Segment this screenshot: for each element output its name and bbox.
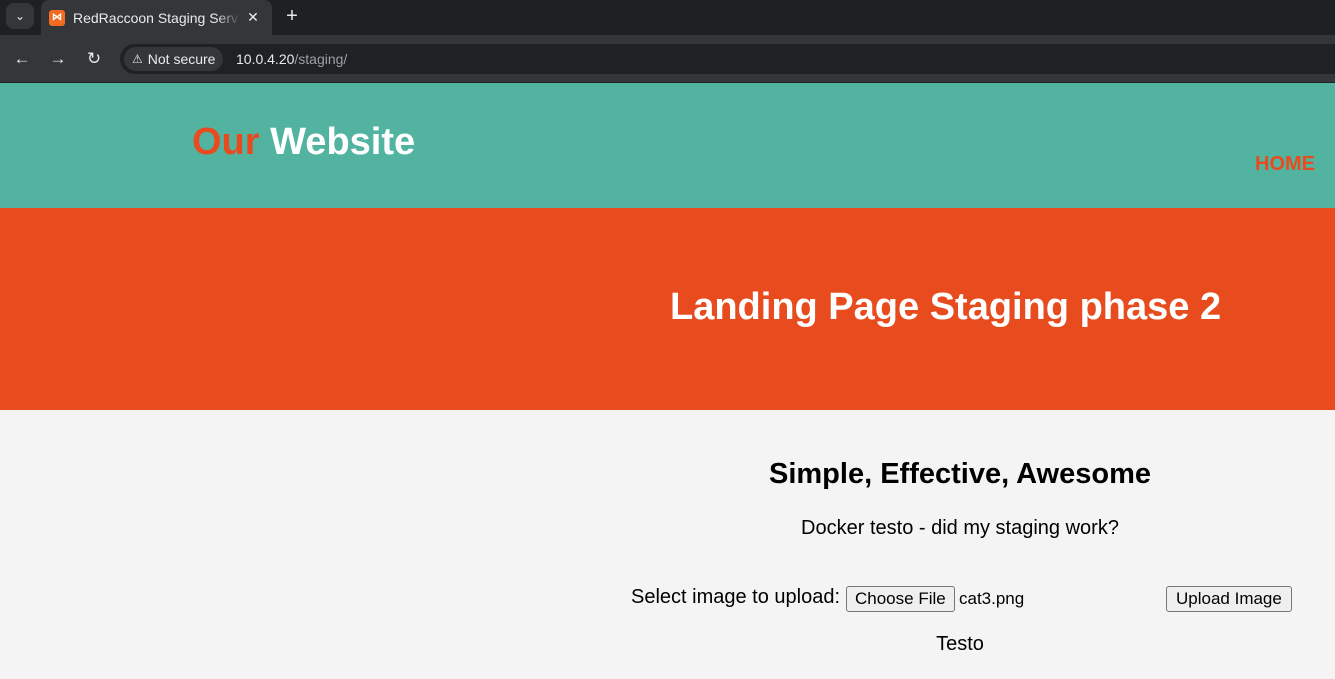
tab-close-icon[interactable]: ✕: [245, 9, 261, 26]
logo-part-website: Website: [270, 121, 416, 163]
forward-arrow-icon[interactable]: →: [46, 47, 70, 71]
back-arrow-icon[interactable]: ←: [10, 47, 34, 71]
web-page: Our Website HOME Landing Page Staging ph…: [0, 83, 1335, 679]
address-bar[interactable]: ⚠ Not secure 10.0.4.20/staging/: [120, 44, 1335, 74]
reload-icon[interactable]: ↻: [82, 47, 106, 71]
upload-image-button[interactable]: Upload Image: [1166, 586, 1292, 612]
hero-title: Landing Page Staging phase 2: [670, 286, 1222, 328]
browser-tab-active[interactable]: ⋈ RedRaccoon Staging Serv ✕: [41, 0, 272, 35]
upload-label: Select image to upload:: [631, 586, 841, 608]
url-path: /staging/: [294, 51, 348, 67]
browser-tab-strip: ⌄ ⋈ RedRaccoon Staging Serv ✕ +: [0, 0, 1335, 35]
main-content: Simple, Effective, Awesome Docker testo …: [0, 410, 1335, 679]
logo-part-our: Our: [192, 121, 260, 163]
tab-list-chevron-icon[interactable]: ⌄: [6, 3, 34, 29]
section-subtitle: Simple, Effective, Awesome: [769, 458, 1151, 490]
selected-file-name: cat3.png: [959, 589, 1025, 608]
footer-text: Testo: [936, 633, 984, 655]
url-text[interactable]: 10.0.4.20/staging/: [236, 51, 347, 67]
choose-file-button[interactable]: Choose File: [846, 586, 955, 612]
browser-toolbar: ← → ↻ ⚠ Not secure 10.0.4.20/staging/: [0, 35, 1335, 83]
site-header: Our Website HOME: [0, 83, 1335, 208]
warning-triangle-icon: ⚠: [132, 52, 143, 66]
nav-home-link[interactable]: HOME: [1255, 153, 1315, 176]
url-host: 10.0.4.20: [236, 51, 295, 67]
xampp-favicon-icon: ⋈: [49, 9, 65, 26]
new-tab-plus-icon[interactable]: +: [282, 4, 302, 28]
tab-title: RedRaccoon Staging Serv: [73, 9, 238, 26]
section-description: Docker testo - did my staging work?: [801, 517, 1119, 539]
security-label: Not secure: [147, 51, 216, 67]
security-indicator[interactable]: ⚠ Not secure: [124, 47, 224, 71]
hero-banner: Landing Page Staging phase 2: [0, 208, 1335, 410]
site-logo[interactable]: Our Website: [192, 121, 415, 164]
